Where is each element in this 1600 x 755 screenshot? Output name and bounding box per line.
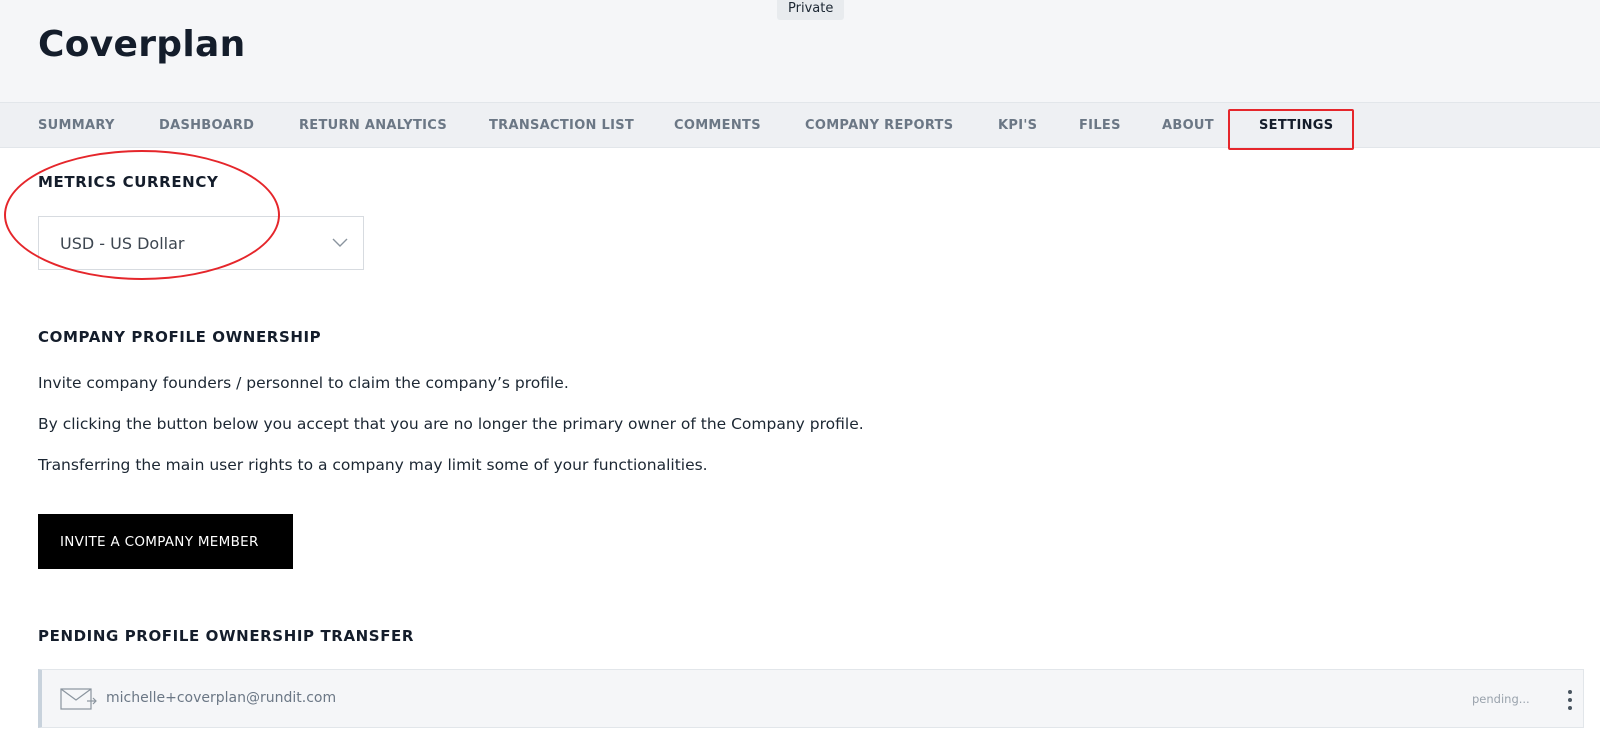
tab-summary[interactable]: SUMMARY [38, 103, 115, 148]
more-vertical-icon[interactable] [1564, 688, 1576, 712]
tab-files[interactable]: FILES [1079, 103, 1121, 148]
pending-transfer-row: michelle+coverplan@rundit.com pending... [38, 669, 1584, 728]
ownership-text-2: By clicking the button below you accept … [38, 415, 864, 433]
tab-dashboard[interactable]: DASHBOARD [159, 103, 254, 148]
ownership-heading: COMPANY PROFILE OWNERSHIP [38, 328, 322, 346]
tab-comments[interactable]: COMMENTS [674, 103, 761, 148]
tab-about[interactable]: ABOUT [1162, 103, 1214, 148]
settings-highlight-box [1228, 109, 1354, 150]
page-header: Private Coverplan [0, 0, 1600, 103]
mail-arrow-icon [60, 688, 97, 710]
pending-status: pending... [1472, 692, 1530, 706]
tab-transaction-list[interactable]: TRANSACTION LIST [489, 103, 634, 148]
visibility-badge: Private [777, 0, 845, 20]
company-title: Coverplan [38, 24, 246, 65]
tab-return-analytics[interactable]: RETURN ANALYTICS [299, 103, 447, 148]
tab-bar: SUMMARY DASHBOARD RETURN ANALYTICS TRANS… [0, 103, 1600, 148]
pending-transfer-heading: PENDING PROFILE OWNERSHIP TRANSFER [38, 627, 415, 645]
ownership-text-1: Invite company founders / personnel to c… [38, 374, 569, 392]
invite-company-member-button[interactable]: INVITE A COMPANY MEMBER [38, 514, 293, 569]
chevron-down-icon [332, 238, 348, 247]
currency-select-value: USD - US Dollar [60, 234, 185, 253]
pending-email: michelle+coverplan@rundit.com [106, 690, 337, 706]
tab-kpis[interactable]: KPI'S [998, 103, 1037, 148]
metrics-currency-heading: METRICS CURRENCY [38, 173, 219, 191]
currency-select[interactable]: USD - US Dollar [38, 216, 364, 270]
ownership-text-3: Transferring the main user rights to a c… [38, 456, 708, 474]
tab-company-reports[interactable]: COMPANY REPORTS [805, 103, 953, 148]
